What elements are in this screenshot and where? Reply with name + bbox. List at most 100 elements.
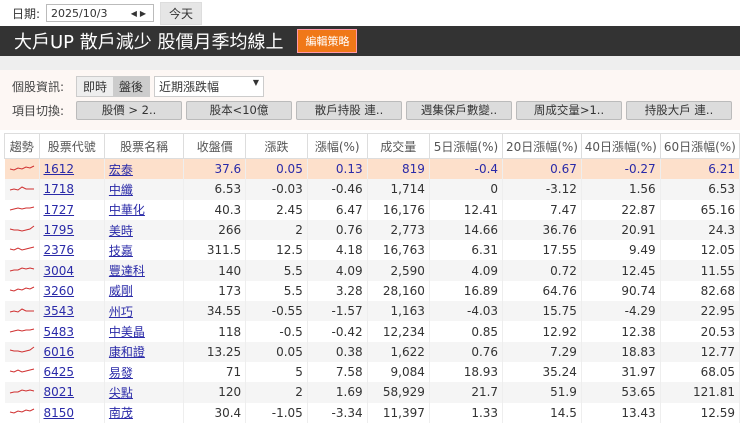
cell[interactable]: 康和證 (104, 341, 185, 362)
stock-name-link[interactable]: 威剛 (109, 284, 133, 298)
stock-code-link[interactable]: 6016 (44, 345, 75, 359)
cell[interactable]: 易發 (104, 361, 185, 383)
table-row[interactable]: 1795 美時 266 2 0.76 2,773 14.66 36.76 20.91 24.3 (4, 219, 740, 241)
stock-name-link[interactable]: 州巧 (109, 305, 133, 319)
stock-name-link[interactable]: 宏泰 (109, 163, 133, 177)
cell[interactable]: 1727 (39, 199, 105, 220)
cell[interactable]: 6016 (39, 341, 105, 362)
stock-code-link[interactable]: 8150 (44, 406, 75, 420)
stock-name-link[interactable]: 中美晶 (109, 325, 145, 339)
stock-name-link[interactable]: 康和證 (109, 345, 145, 359)
cell-value: 6.21 (660, 158, 740, 180)
cell[interactable]: 3543 (39, 301, 105, 322)
column-header[interactable]: 趨勢 (4, 133, 40, 159)
cell[interactable]: 1612 (39, 158, 105, 180)
table-row[interactable]: 2376 技嘉 311.5 12.5 4.18 16,763 6.31 17.55 9.49 12… (4, 240, 740, 261)
cell[interactable]: 3260 (39, 280, 105, 302)
cell[interactable]: 中美晶 (104, 321, 185, 342)
column-header[interactable]: 收盤價 (183, 133, 247, 159)
column-header[interactable]: 60日漲幅(%) (659, 133, 740, 159)
cell-value: 4.18 (307, 240, 368, 261)
column-header[interactable]: 股票代號 (38, 133, 105, 159)
cell[interactable]: 2376 (39, 240, 105, 261)
table-row[interactable]: 8021 尖點 120 2 1.69 58,929 21.7 51.9 53.65 121.81 (4, 382, 740, 403)
date-input[interactable]: 2025/10/3 ◀▶ (46, 4, 155, 22)
switch-button[interactable]: 週集保戶數變.. (406, 100, 512, 120)
cell[interactable]: 美時 (104, 219, 185, 241)
stock-code-link[interactable]: 3004 (44, 264, 75, 278)
cell-value: 3.28 (307, 280, 368, 302)
prev-next-arrows-icon[interactable]: ◀▶ (131, 9, 149, 18)
cell[interactable]: 1718 (39, 179, 105, 200)
stock-code-link[interactable]: 2376 (44, 243, 75, 257)
trend-sparkline-icon (4, 158, 40, 180)
stock-code-link[interactable]: 1718 (44, 182, 75, 196)
cell[interactable]: 威剛 (104, 280, 185, 302)
stock-name-link[interactable]: 中華化 (109, 203, 145, 217)
cell[interactable]: 州巧 (104, 301, 185, 322)
column-header[interactable]: 漲跌 (245, 133, 308, 159)
table-row[interactable]: 6425 易發 71 5 7.58 9,084 18.93 35.24 31.97 68.05 (4, 361, 740, 383)
info-select[interactable]: 近期漲跌幅 ▼ (154, 75, 265, 97)
cell-value: 30.4 (183, 402, 247, 423)
stock-name-link[interactable]: 技嘉 (109, 244, 133, 258)
table-row[interactable]: 3004 豐達科 140 5.5 4.09 2,590 4.09 0.72 12.45 11.55 (4, 260, 740, 281)
switch-button[interactable]: 持股大戶 連.. (626, 100, 732, 120)
column-header[interactable]: 漲幅(%) (306, 133, 368, 159)
cell[interactable]: 3004 (39, 260, 105, 281)
edit-strategy-button[interactable]: 編輯策略 (297, 29, 358, 53)
strategy-title-bar: 大戶UP 散戶減少 股價月季均線上 編輯策略 (0, 26, 740, 56)
cell-value: 0.13 (307, 158, 368, 180)
cell-value: 24.3 (660, 219, 740, 241)
today-button[interactable]: 今天 (160, 1, 203, 25)
switch-button[interactable]: 周成交量>1.. (516, 100, 622, 120)
cell[interactable]: 南茂 (104, 402, 185, 423)
table-row[interactable]: 1718 中纖 6.53 -0.03 -0.46 1,714 0 -3.12 1.56 6.53 (4, 179, 740, 200)
column-header[interactable]: 5日漲幅(%) (428, 133, 504, 159)
cell[interactable]: 1795 (39, 219, 105, 241)
table-row[interactable]: 1727 中華化 40.3 2.45 6.47 16,176 12.41 7.47 22.87 6… (4, 199, 740, 220)
stock-code-link[interactable]: 3260 (44, 284, 75, 298)
stock-name-link[interactable]: 南茂 (109, 406, 133, 420)
trend-sparkline-icon (4, 260, 40, 281)
cell[interactable]: 宏泰 (104, 158, 185, 180)
table-row[interactable]: 5483 中美晶 118 -0.5 -0.42 12,234 0.85 12.92 12.38 2… (4, 321, 740, 342)
switch-button[interactable]: 股價 > 2.. (76, 100, 182, 120)
cell[interactable]: 中纖 (104, 179, 185, 200)
after-hours-tab[interactable]: 盤後 (113, 76, 150, 96)
stock-code-link[interactable]: 8021 (44, 385, 75, 399)
column-header[interactable]: 股票名稱 (103, 133, 185, 159)
stock-name-link[interactable]: 美時 (109, 224, 133, 238)
stock-name-link[interactable]: 易發 (109, 366, 133, 380)
switch-button[interactable]: 股本<10億 (186, 100, 292, 120)
stock-code-link[interactable]: 6425 (44, 365, 75, 379)
stock-code-link[interactable]: 3543 (44, 304, 75, 318)
column-header[interactable]: 40日漲幅(%) (580, 133, 661, 159)
cell[interactable]: 技嘉 (104, 240, 185, 261)
table-row[interactable]: 1612 宏泰 37.6 0.05 0.13 819 -0.4 0.67 -0.27 6.21 (4, 158, 740, 180)
column-header[interactable]: 成交量 (366, 133, 430, 159)
stock-code-link[interactable]: 1612 (44, 162, 75, 176)
stock-name-link[interactable]: 中纖 (109, 183, 133, 197)
stock-code-link[interactable]: 1727 (44, 203, 75, 217)
cell-value: 5 (245, 361, 308, 383)
realtime-tab[interactable]: 即時 (77, 76, 114, 96)
table-row[interactable]: 6016 康和證 13.25 0.05 0.38 1,622 0.76 7.29 18.83 12… (4, 341, 740, 362)
cell[interactable]: 8021 (39, 382, 105, 403)
table-row[interactable]: 3260 威剛 173 5.5 3.28 28,160 16.89 64.76 90.74 82.… (4, 280, 740, 302)
cell[interactable]: 尖點 (104, 382, 185, 403)
table-row[interactable]: 8150 南茂 30.4 -1.05 -3.34 11,397 1.33 14.5 13.43 1… (4, 402, 740, 423)
cell-value: 22.87 (581, 199, 661, 220)
stock-code-link[interactable]: 5483 (44, 325, 75, 339)
stock-name-link[interactable]: 豐達科 (109, 264, 145, 278)
cell[interactable]: 豐達科 (104, 260, 185, 281)
column-header[interactable]: 20日漲幅(%) (502, 133, 582, 159)
stock-code-link[interactable]: 1795 (44, 223, 75, 237)
table-row[interactable]: 3543 州巧 34.55 -0.55 -1.57 1,163 -4.03 15.75 -4.2… (4, 301, 740, 322)
stock-name-link[interactable]: 尖點 (109, 386, 133, 400)
cell[interactable]: 8150 (39, 402, 105, 423)
cell[interactable]: 中華化 (104, 199, 185, 220)
switch-button[interactable]: 散戶持股 連.. (296, 100, 402, 120)
cell[interactable]: 5483 (39, 321, 105, 342)
cell[interactable]: 6425 (39, 361, 105, 383)
